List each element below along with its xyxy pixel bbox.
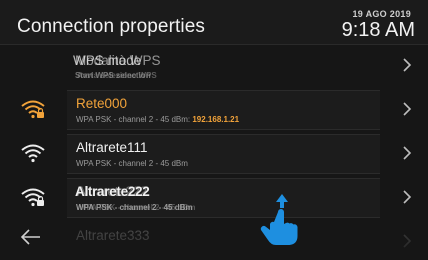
network-name: Altrarete333 — [76, 228, 150, 243]
back-arrow-icon[interactable] — [18, 226, 44, 248]
network-ip-address: 192.168.1.21 — [192, 115, 240, 124]
chevron-right-icon[interactable] — [400, 186, 414, 208]
network-details: WPA PSK - channel 2 - 45 dBm — [76, 159, 188, 168]
list-item-network[interactable]: Altrarete111 WPA PSK - channel 2 - 45 dB… — [0, 132, 428, 176]
header-bar: Connection properties 19 AGO 2019 9:18 A… — [0, 0, 428, 45]
swipe-up-hand-icon — [260, 194, 298, 245]
network-details-text: WPA PSK - channel 2 - 45 dBm: — [76, 115, 193, 124]
network-name-ghost: Altrarete222 — [77, 184, 147, 199]
list-item-wps-mode[interactable]: WPS mode Modalità WPS Start WPS selectio… — [0, 44, 428, 88]
list-item-network[interactable]: Rete000 WPA PSK - channel 2 - 45 dBm: 19… — [0, 88, 428, 132]
status-date: 19 AGO 2019 — [352, 9, 411, 19]
list-item-network[interactable]: Altrarete222 Altrarete222 WPA PSK - chan… — [0, 176, 428, 220]
connection-properties-screen: Connection properties 19 AGO 2019 9:18 A… — [0, 0, 428, 260]
chevron-right-icon[interactable] — [400, 98, 414, 120]
chevron-right-icon[interactable] — [400, 142, 414, 164]
network-name: Rete000 — [76, 96, 128, 111]
network-details-ghost: WPA PSK - channel 2 - 45 dBm — [79, 203, 196, 212]
wifi-icon — [21, 144, 45, 163]
list-item-network[interactable]: Altrarete333 — [0, 220, 428, 260]
wifi-lock-icon — [21, 100, 45, 119]
wifi-lock-icon — [21, 188, 45, 207]
page-title: Connection properties — [17, 16, 205, 37]
network-name: Altrarete111 — [76, 140, 148, 155]
chevron-right-icon[interactable] — [400, 54, 414, 76]
network-details: WPA PSK - channel 2 - 45 dBm: 192.168.1.… — [76, 115, 239, 124]
chevron-right-icon[interactable] — [400, 230, 414, 252]
status-time: 9:18 AM — [341, 19, 415, 41]
wps-mode-label-alt: Modalità WPS — [75, 53, 161, 68]
wps-mode-details-alt: Avvia selezione WPS — [77, 71, 157, 80]
